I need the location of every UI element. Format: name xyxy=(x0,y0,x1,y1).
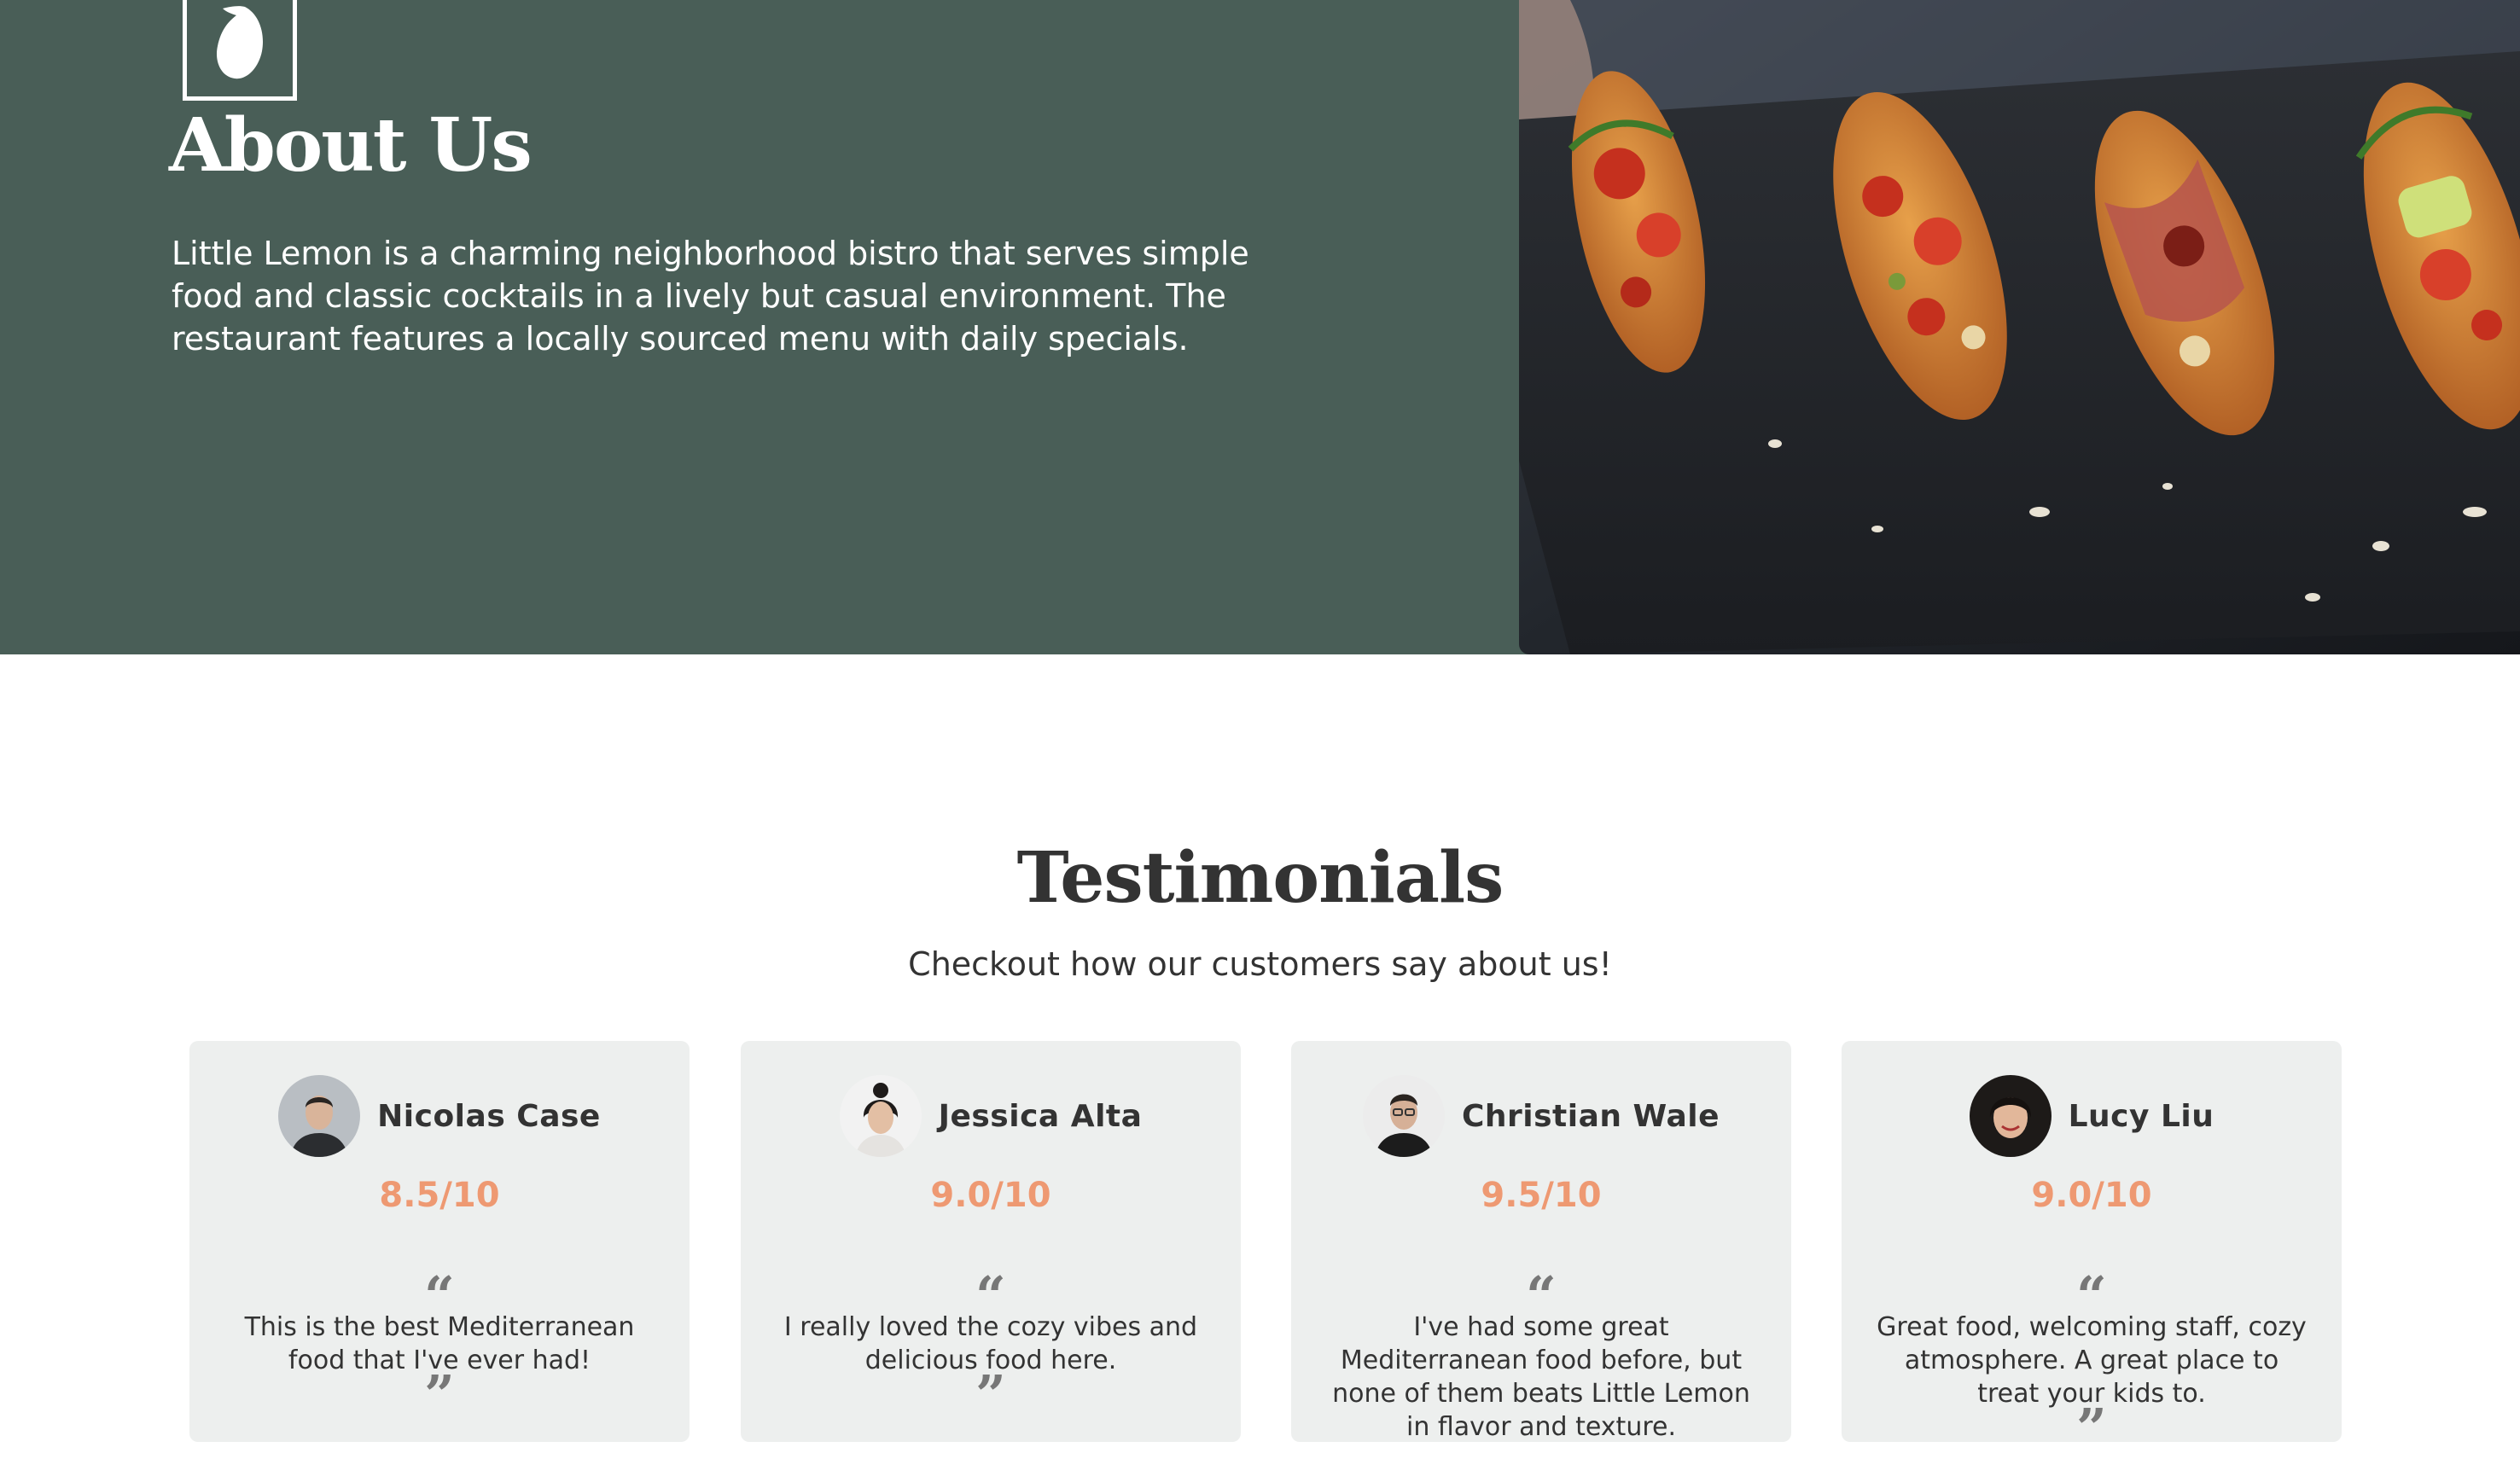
lemon-logo-icon xyxy=(183,0,297,101)
about-description: Little Lemon is a charming neighborhood … xyxy=(172,235,1249,357)
quote-close-icon: ” xyxy=(975,1363,1006,1426)
card-header: Jessica Alta xyxy=(741,1075,1241,1157)
review-text-content: I've had some great Mediterranean food b… xyxy=(1332,1312,1750,1442)
quote-close-icon: ” xyxy=(424,1363,455,1426)
card-header: Christian Wale xyxy=(1291,1075,1791,1157)
reviewer-name: Jessica Alta xyxy=(938,1098,1143,1134)
rating: 8.5/10 xyxy=(379,1176,500,1215)
card-header: Lucy Liu xyxy=(1842,1075,2342,1157)
avatar xyxy=(278,1075,361,1157)
rating: 9.0/10 xyxy=(930,1176,1051,1215)
review-text: This is the best Mediterranean food that… xyxy=(224,1311,655,1426)
review-text-content: Great food, welcoming staff, cozy atmosp… xyxy=(1877,1312,2307,1409)
about-title: About Us xyxy=(169,102,533,189)
avatar xyxy=(1362,1075,1445,1157)
about-section: About Us Little Lemon is a charming neig… xyxy=(0,0,2520,654)
reviewer-name: Christian Wale xyxy=(1461,1098,1720,1134)
review-text: I've had some great Mediterranean food b… xyxy=(1325,1311,1757,1444)
testimonials-title: Testimonials xyxy=(1016,837,1504,919)
avatar xyxy=(839,1075,922,1157)
testimonials-subtitle: Checkout how our customers say about us! xyxy=(908,945,1612,983)
rating: 9.5/10 xyxy=(1481,1176,1602,1215)
reviewer-name: Nicolas Case xyxy=(377,1098,601,1134)
testimonial-card-christian: Christian Wale 9.5/10 “ I've had some gr… xyxy=(1291,1041,1791,1442)
card-header: Nicolas Case xyxy=(189,1075,690,1157)
testimonial-card-nicolas: Nicolas Case 8.5/10 “ This is the best M… xyxy=(189,1041,690,1442)
review-text: I really loved the cozy vibes and delici… xyxy=(775,1311,1207,1426)
testimonial-card-jessica: Jessica Alta 9.0/10 “ I really loved the… xyxy=(741,1041,1241,1442)
avatar xyxy=(1969,1075,2052,1157)
testimonial-card-lucy: Lucy Liu 9.0/10 “ Great food, welcoming … xyxy=(1842,1041,2342,1455)
quote-close-icon: ” xyxy=(2076,1397,2107,1459)
review-text: Great food, welcoming staff, cozy atmosp… xyxy=(1876,1311,2308,1459)
reviewer-name: Lucy Liu xyxy=(2068,1098,2214,1134)
bruschetta-photo xyxy=(1519,0,2520,654)
rating: 9.0/10 xyxy=(2031,1176,2152,1215)
